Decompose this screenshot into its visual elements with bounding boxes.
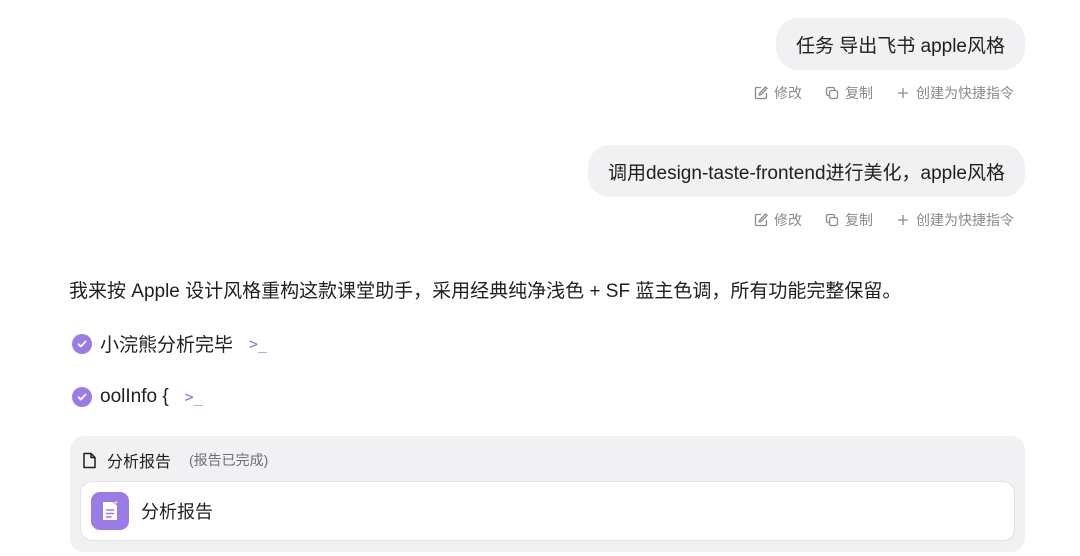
copy-label: 复制 <box>845 212 873 228</box>
create-shortcut-button[interactable]: 创建为快捷指令 <box>895 83 1014 103</box>
plus-icon <box>898 88 908 98</box>
message-actions: 修改 复制 创建为快捷指令 <box>753 210 1014 230</box>
step-label: oolInfo { <box>100 386 169 407</box>
create-shortcut-button[interactable]: 创建为快捷指令 <box>895 210 1014 230</box>
terminal-icon[interactable]: >_ <box>185 388 203 406</box>
report-status: (报告已完成) <box>189 452 269 468</box>
edit-button[interactable]: 修改 <box>753 210 802 230</box>
report-card[interactable]: 分析报告 <box>80 481 1015 541</box>
step-item: oolInfo { >_ <box>72 386 203 408</box>
document-icon <box>83 452 96 468</box>
copy-icon <box>825 86 839 100</box>
create-shortcut-label: 创建为快捷指令 <box>916 212 1014 228</box>
user-message-bubble: 任务 导出飞书 apple风格 <box>775 18 1025 70</box>
edit-icon <box>754 213 768 227</box>
user-message-text: 调用design-taste-frontend进行美化，apple风格 <box>607 162 1005 184</box>
copy-icon <box>825 213 839 227</box>
report-header: 分析报告 (报告已完成) <box>82 448 268 472</box>
report-card-title: 分析报告 <box>141 502 213 522</box>
copy-button[interactable]: 复制 <box>824 210 873 230</box>
chat-view: 任务 导出飞书 apple风格 修改 复制 创建为快捷指令 调用design-t… <box>0 0 1080 556</box>
copy-label: 复制 <box>845 85 873 101</box>
message-actions: 修改 复制 创建为快捷指令 <box>753 83 1014 103</box>
user-message-text: 任务 导出飞书 apple风格 <box>795 35 1005 57</box>
check-icon <box>72 387 92 407</box>
check-icon <box>72 333 92 354</box>
copy-button[interactable]: 复制 <box>824 83 873 103</box>
terminal-icon[interactable]: >_ <box>249 335 267 353</box>
create-shortcut-label: 创建为快捷指令 <box>916 85 1014 101</box>
report-panel: 分析报告 (报告已完成) 分析报告 <box>70 436 1025 552</box>
step-item: 小浣熊分析完毕 >_ <box>72 330 267 357</box>
plus-icon <box>898 215 908 225</box>
edit-label: 修改 <box>774 212 802 228</box>
assistant-reply-text: 我来按 Apple 设计风格重构这款课堂助手，采用经典纯净浅色 + SF 蓝主色… <box>69 281 902 302</box>
edit-button[interactable]: 修改 <box>753 83 802 103</box>
step-label: 小浣熊分析完毕 <box>100 335 234 356</box>
edit-label: 修改 <box>774 85 802 101</box>
edit-icon <box>754 86 768 100</box>
report-title: 分析报告 <box>107 454 172 471</box>
report-document-icon <box>91 492 129 530</box>
user-message-bubble: 调用design-taste-frontend进行美化，apple风格 <box>587 145 1025 197</box>
